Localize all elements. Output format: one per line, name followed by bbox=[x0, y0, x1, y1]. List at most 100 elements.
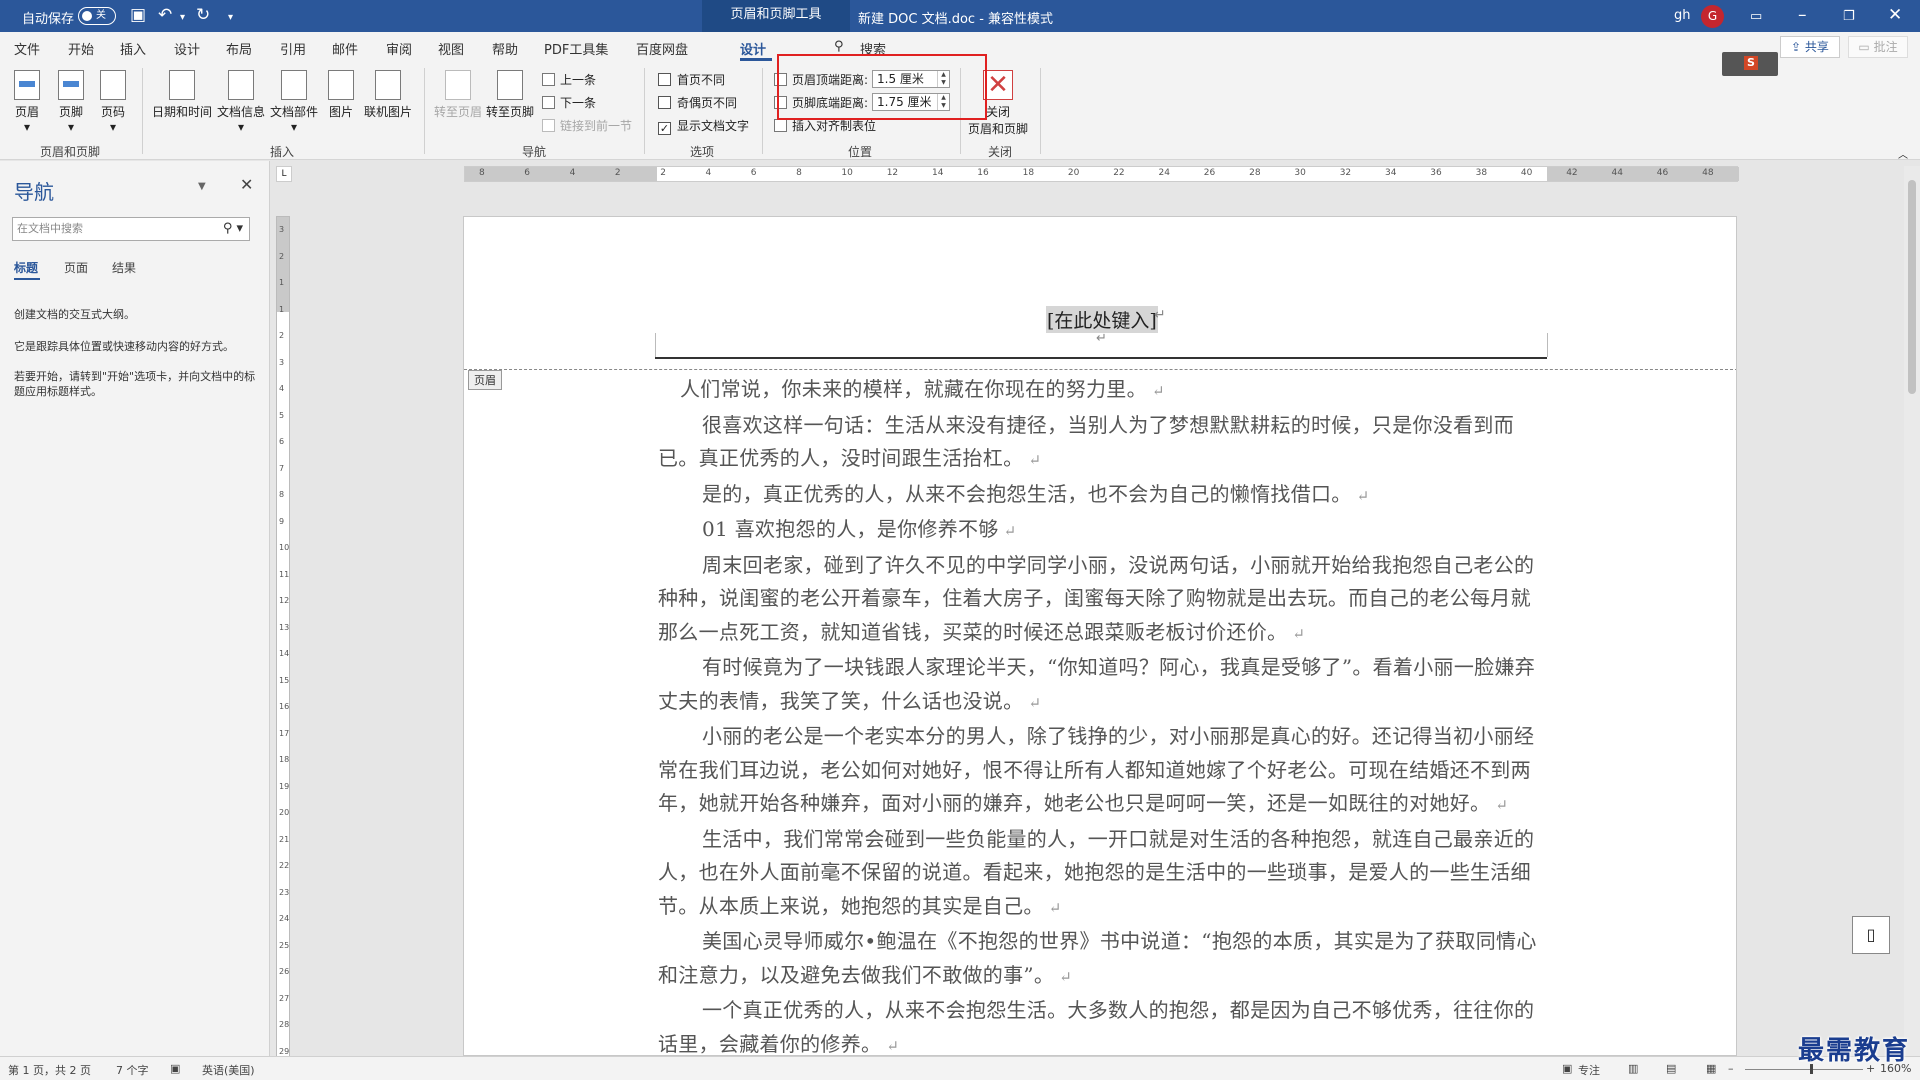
vertical-ruler[interactable]: 3 2 1 1 2 3 4 5 6 7 8 9 10 11 12 13 14 15 16 17 18 19 20 21 22 23… bbox=[276, 216, 290, 1057]
goto-footer-button[interactable]: 转至页脚 bbox=[486, 70, 534, 120]
nav-message-1: 创建文档的交互式大纲。 bbox=[14, 308, 135, 321]
bookmark-icon[interactable]: ▯ bbox=[1852, 916, 1890, 954]
paragraph[interactable]: 美国心灵导师威尔•鲍温在《不抱怨的世界》书中说道：“抱怨的本质，其实是为了获取同… bbox=[658, 925, 1548, 994]
focus-mode[interactable]: 专注 bbox=[1578, 1062, 1600, 1078]
proofing-icon[interactable]: ▣ bbox=[170, 1062, 180, 1075]
checkbox-unchecked bbox=[658, 73, 671, 86]
addin-logo-icon[interactable]: S bbox=[1722, 52, 1778, 76]
link-previous-button[interactable]: 链接到前一节 bbox=[542, 117, 632, 134]
ruler-tick-label: 9 bbox=[279, 516, 285, 526]
footer-button[interactable]: 页脚 ▾ bbox=[58, 70, 84, 134]
paragraph[interactable]: 人们常说，你未来的模样，就藏在你现在的努力里。 ↵ bbox=[658, 373, 1548, 409]
horizontal-ruler[interactable]: 8 6 4 2 2 4 6 8 10 12 14 16 18 20 22 24 26 28 30 32 34 36 38 40… bbox=[464, 166, 1739, 182]
search-icon[interactable]: ⚲ bbox=[834, 39, 844, 54]
web-layout-icon[interactable]: ▦ bbox=[1706, 1062, 1716, 1075]
ruler-tick-label: 30 bbox=[1294, 168, 1306, 178]
nav-tab-pages[interactable]: 页面 bbox=[64, 259, 88, 276]
ruler-tick-label: 7 bbox=[279, 463, 285, 473]
close-window-icon[interactable]: ✕ bbox=[1888, 6, 1902, 24]
header-placeholder-text[interactable]: [在此处键入] bbox=[1046, 306, 1158, 333]
read-mode-icon[interactable]: ▥ bbox=[1628, 1062, 1638, 1075]
nav-message-3: 若要开始，请转到"开始"选项卡，并向文档中的标题应用标题样式。 bbox=[14, 370, 256, 398]
avatar[interactable]: G bbox=[1701, 5, 1724, 28]
header-button[interactable]: 页眉 ▾ bbox=[14, 70, 40, 134]
customize-toolbar-icon[interactable]: ▾ bbox=[228, 9, 233, 27]
undo-icon[interactable]: ↶ bbox=[158, 6, 172, 24]
document-page[interactable]: [在此处键入] ↵ ↵ 页眉 人们常说，你未来的模样，就藏在你现在的努力里。 ↵… bbox=[463, 216, 1737, 1056]
previous-button[interactable]: 上一条 bbox=[542, 71, 596, 88]
tab-pdf-tools[interactable]: PDF工具集 bbox=[544, 39, 608, 58]
share-button[interactable]: ⇪ 共享 bbox=[1780, 36, 1840, 58]
ruler-tick-label: 34 bbox=[1385, 168, 1397, 178]
nav-close-icon[interactable]: ✕ bbox=[240, 175, 253, 194]
undo-dropdown-icon[interactable]: ▾ bbox=[180, 9, 185, 27]
paragraph[interactable]: 周末回老家，碰到了许久不见的中学同学小丽，没说两句话，小丽就开始给我抱怨自己老公… bbox=[658, 549, 1548, 652]
zoom-out-icon[interactable]: – bbox=[1728, 1062, 1734, 1075]
tab-layout[interactable]: 布局 bbox=[226, 39, 252, 58]
tab-insert[interactable]: 插入 bbox=[120, 39, 146, 58]
tab-home[interactable]: 开始 bbox=[68, 39, 94, 58]
nav-options-icon[interactable]: ▼ bbox=[198, 181, 206, 192]
language[interactable]: 英语(美国) bbox=[202, 1062, 255, 1078]
tab-review[interactable]: 审阅 bbox=[386, 39, 412, 58]
paragraph[interactable]: 是的，真正优秀的人，从来不会抱怨生活，也不会为自己的懒惰找借口。 ↵ bbox=[658, 478, 1548, 514]
next-button[interactable]: 下一条 bbox=[542, 94, 596, 111]
tab-selector-button[interactable]: L bbox=[276, 166, 292, 182]
page-count[interactable]: 第 1 页，共 2 页 bbox=[8, 1062, 91, 1078]
checkbox-unchecked bbox=[658, 96, 671, 109]
tab-design[interactable]: 设计 bbox=[174, 39, 200, 58]
page-number-button[interactable]: 页码 ▾ bbox=[100, 70, 126, 134]
save-icon[interactable]: ▣ bbox=[130, 6, 146, 24]
minimize-icon[interactable]: – bbox=[1798, 6, 1807, 24]
group-label-options: 选项 bbox=[690, 145, 715, 159]
vertical-scrollbar[interactable] bbox=[1904, 166, 1920, 1056]
search-icon[interactable]: ⚲ ▾ bbox=[223, 218, 243, 240]
ruler-margin-left bbox=[465, 167, 657, 181]
autosave-label: 自动保存 bbox=[22, 12, 75, 27]
document-body[interactable]: 人们常说，你未来的模样，就藏在你现在的努力里。 ↵ 很喜欢这样一句话：生活从来没… bbox=[658, 373, 1548, 1056]
tab-references[interactable]: 引用 bbox=[280, 39, 306, 58]
paragraph[interactable]: 很喜欢这样一句话：生活从来没有捷径，当别人为了梦想默默耕耘的时候，只是你没看到而… bbox=[658, 409, 1548, 478]
first-page-different-checkbox[interactable]: 首页不同 bbox=[658, 71, 725, 88]
scrollbar-thumb[interactable] bbox=[1908, 180, 1916, 394]
paragraph[interactable]: 小丽的老公是一个老实本分的男人，除了钱挣的少，对小丽那是真心的好。还记得当初小丽… bbox=[658, 720, 1548, 823]
nav-tab-headings[interactable]: 标题 bbox=[14, 259, 38, 276]
comment-button[interactable]: ▭ 批注 bbox=[1848, 36, 1908, 58]
ruler-tick-label: 6 bbox=[524, 168, 531, 178]
show-doc-text-checkbox[interactable]: ✓ 显示文档文字 bbox=[658, 117, 749, 135]
paragraph[interactable]: 生活中，我们常常会碰到一些负能量的人，一开口就是对生活的各种抱怨，就连自己最亲近… bbox=[658, 823, 1548, 926]
doc-parts-button[interactable]: 文档部件 ▾ bbox=[270, 70, 318, 134]
date-time-button[interactable]: 日期和时间 bbox=[152, 70, 212, 120]
paragraph[interactable]: 01 喜欢抱怨的人，是你修养不够 ↵ bbox=[658, 513, 1548, 549]
tab-file[interactable]: 文件 bbox=[14, 39, 40, 58]
ruler-tick-label: 16 bbox=[279, 702, 290, 711]
autosave-toggle[interactable]: 关 bbox=[78, 7, 116, 25]
nav-search-input[interactable]: 在文档中搜索 ⚲ ▾ bbox=[12, 217, 250, 241]
odd-even-different-checkbox[interactable]: 奇偶页不同 bbox=[658, 94, 737, 111]
group-label-navigation: 导航 bbox=[522, 145, 547, 159]
redo-icon[interactable]: ↻ bbox=[196, 6, 210, 24]
tab-view[interactable]: 视图 bbox=[438, 39, 464, 58]
collapse-ribbon-icon[interactable]: ︿ bbox=[1898, 146, 1908, 161]
paragraph-text: 一个真正优秀的人，从来不会抱怨生活。大多数人的抱怨，都是因为自己不够优秀，往往你… bbox=[658, 998, 1535, 1056]
paragraph[interactable]: 一个真正优秀的人，从来不会抱怨生活。大多数人的抱怨，都是因为自己不够优秀，往往你… bbox=[658, 994, 1548, 1056]
ribbon-display-icon[interactable]: ▭ bbox=[1750, 8, 1762, 26]
restore-icon[interactable]: ❐ bbox=[1843, 8, 1855, 26]
tab-help[interactable]: 帮助 bbox=[492, 39, 518, 58]
tab-header-footer-design[interactable]: 设计 bbox=[740, 39, 766, 58]
ruler-tick-label: 16 bbox=[977, 168, 989, 178]
word-count[interactable]: 7 个字 bbox=[116, 1062, 149, 1078]
tab-mailings[interactable]: 邮件 bbox=[332, 39, 358, 58]
focus-mode-icon[interactable]: ▣ bbox=[1562, 1062, 1572, 1075]
zoom-slider[interactable] bbox=[1745, 1069, 1863, 1070]
paragraph[interactable]: 有时候竟为了一块钱跟人家理论半天，“你知道吗？阿心，我真是受够了”。看着小丽一脸… bbox=[658, 651, 1548, 720]
ruler-tick-label: 42 bbox=[1566, 168, 1578, 178]
picture-button[interactable]: 图片 bbox=[328, 70, 354, 120]
print-layout-icon[interactable]: ▤ bbox=[1666, 1062, 1676, 1075]
nav-tab-results[interactable]: 结果 bbox=[112, 259, 136, 276]
tab-baidu-netdisk[interactable]: 百度网盘 bbox=[636, 39, 688, 58]
goto-header-button[interactable]: 转至页眉 bbox=[434, 70, 482, 120]
doc-info-button[interactable]: 文档信息 ▾ bbox=[217, 70, 265, 134]
online-picture-button[interactable]: 联机图片 bbox=[364, 70, 412, 120]
user-name[interactable]: gh bbox=[1674, 8, 1691, 23]
